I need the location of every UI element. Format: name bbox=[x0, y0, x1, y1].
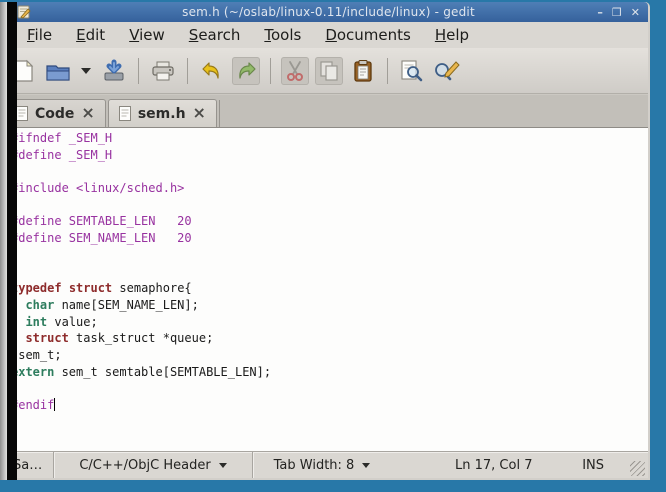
toolbar bbox=[9, 48, 648, 94]
code-line: extern sem_t semtable[SEMTABLE_LEN]; bbox=[11, 364, 648, 381]
find-icon[interactable] bbox=[398, 57, 426, 85]
save-icon[interactable] bbox=[100, 57, 128, 85]
resize-grip-icon[interactable] bbox=[630, 461, 645, 476]
gedit-window: sem.h (~/oslab/linux-0.11/include/linux)… bbox=[9, 2, 650, 480]
window-title: sem.h (~/oslab/linux-0.11/include/linux)… bbox=[9, 5, 648, 19]
code-line: #define SEM_NAME_LEN 20 bbox=[11, 230, 648, 247]
toolbar-separator bbox=[187, 58, 188, 84]
title-bar[interactable]: sem.h (~/oslab/linux-0.11/include/linux)… bbox=[9, 2, 648, 22]
desktop: { "titlebar": { "title": "sem.h (~/oslab… bbox=[0, 0, 666, 492]
code-area[interactable]: #ifndef _SEM_H#define _SEM_H #include <li… bbox=[9, 127, 648, 451]
tab-width-label: Tab Width: 8 bbox=[274, 458, 355, 473]
tab-bar-empty bbox=[219, 100, 648, 127]
gedit-app-icon bbox=[17, 5, 31, 19]
minimize-button[interactable]: – bbox=[597, 7, 603, 18]
menu-search[interactable]: Search bbox=[177, 24, 253, 46]
menu-tools[interactable]: Tools bbox=[252, 24, 313, 46]
paste-icon[interactable] bbox=[349, 57, 377, 85]
insert-mode-indicator: INS bbox=[582, 458, 604, 473]
menu-help[interactable]: Help bbox=[423, 24, 481, 46]
tab-width-selector[interactable]: Tab Width: 8 bbox=[253, 458, 391, 473]
code-line: }sem_t; bbox=[11, 347, 648, 364]
redo-icon[interactable] bbox=[232, 57, 260, 85]
cut-icon[interactable] bbox=[281, 57, 309, 85]
undo-icon[interactable] bbox=[198, 57, 226, 85]
toolbar-separator bbox=[387, 58, 388, 84]
code-line bbox=[11, 247, 648, 264]
code-line: #ifndef _SEM_H bbox=[11, 130, 648, 147]
maximize-button[interactable]: ❒ bbox=[612, 7, 622, 18]
menu-edit[interactable]: Edit bbox=[64, 24, 117, 46]
language-selector[interactable]: C/C++/ObjC Header bbox=[54, 458, 252, 473]
tab-bar: Code × sem.h × bbox=[9, 94, 648, 127]
tab-close-icon[interactable]: × bbox=[193, 105, 206, 121]
open-dropdown-icon[interactable] bbox=[78, 57, 94, 85]
chevron-down-icon bbox=[362, 463, 370, 468]
document-icon bbox=[16, 106, 28, 121]
window-controls: – ❒ ✕ bbox=[597, 7, 648, 18]
background-window-edge bbox=[0, 2, 7, 480]
copy-icon[interactable] bbox=[315, 57, 343, 85]
menu-view[interactable]: View bbox=[117, 24, 177, 46]
code-line: #define _SEM_H bbox=[11, 147, 648, 164]
tab-code[interactable]: Code × bbox=[5, 99, 106, 127]
close-button[interactable]: ✕ bbox=[631, 7, 640, 18]
black-screen-strip bbox=[7, 2, 17, 480]
language-label: C/C++/ObjC Header bbox=[79, 458, 210, 473]
code-line: typedef struct semaphore{ bbox=[11, 280, 648, 297]
chevron-down-icon bbox=[219, 463, 227, 468]
text-cursor bbox=[54, 398, 55, 411]
menu-documents[interactable]: Documents bbox=[313, 24, 423, 46]
print-icon[interactable] bbox=[149, 57, 177, 85]
code-line: struct task_struct *queue; bbox=[11, 330, 648, 347]
code-line bbox=[11, 197, 648, 214]
toolbar-separator bbox=[138, 58, 139, 84]
menu-bar: File Edit View Search Tools Documents He… bbox=[9, 22, 648, 48]
tab-sem-h[interactable]: sem.h × bbox=[108, 99, 217, 127]
document-icon bbox=[119, 106, 131, 121]
tab-label: sem.h bbox=[138, 106, 186, 122]
tab-label: Code bbox=[35, 106, 74, 122]
cursor-position: Ln 17, Col 7 bbox=[455, 458, 532, 473]
code-line: #include <linux/sched.h> bbox=[11, 180, 648, 197]
code-line: #endif bbox=[11, 397, 648, 414]
code-line: int value; bbox=[11, 314, 648, 331]
find-and-replace-icon[interactable] bbox=[432, 57, 460, 85]
code-line: char name[SEM_NAME_LEN]; bbox=[11, 297, 648, 314]
open-icon[interactable] bbox=[44, 57, 72, 85]
code-line bbox=[11, 264, 648, 281]
status-bar: Sa… C/C++/ObjC Header Tab Width: 8 Ln 17… bbox=[9, 451, 648, 478]
menu-file[interactable]: File bbox=[15, 24, 64, 46]
tab-close-icon[interactable]: × bbox=[81, 105, 94, 121]
code-line: #define SEMTABLE_LEN 20 bbox=[11, 213, 648, 230]
toolbar-separator bbox=[270, 58, 271, 84]
code-line bbox=[11, 163, 648, 180]
code-line bbox=[11, 380, 648, 397]
